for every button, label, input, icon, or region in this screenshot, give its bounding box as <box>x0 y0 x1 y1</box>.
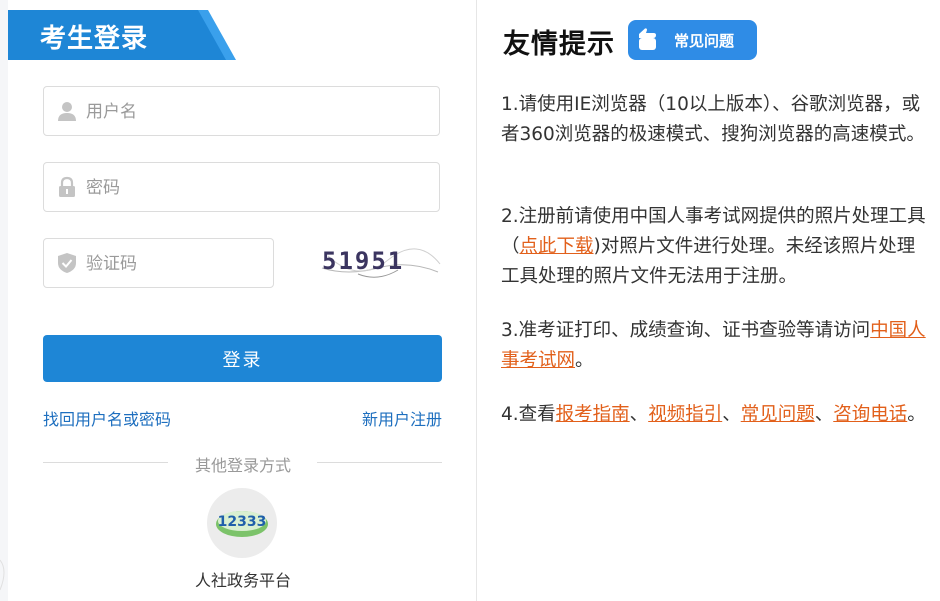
captcha-image[interactable]: 51951 <box>318 238 442 288</box>
tip-4-separator-1: 、 <box>629 404 649 425</box>
video-guide-link[interactable]: 视频指引 <box>648 404 722 425</box>
lock-icon <box>59 176 75 197</box>
other-login-methods-label: 其他登录方式 <box>194 456 291 475</box>
forgot-password-link[interactable]: 找回用户名或密码 <box>43 406 171 430</box>
platform-12333-logo: 12333 <box>216 511 268 537</box>
hotline-link[interactable]: 咨询电话 <box>833 404 907 425</box>
platform-logo-button[interactable]: 12333 <box>207 488 277 558</box>
shield-check-icon <box>58 253 76 273</box>
tip-2: 2.注册前请使用中国人事考试网提供的照片处理工具（点此下载)对照片文件进行处理。… <box>501 202 929 292</box>
hand-pointer-icon <box>639 28 656 50</box>
tips-title: 友情提示 <box>503 29 615 60</box>
login-panel: 考生登录 51951 登录 找回用户名或密码 新 <box>8 0 476 601</box>
tip-4-separator-2: 、 <box>722 404 741 425</box>
divider-line-left <box>43 462 168 463</box>
register-link[interactable]: 新用户注册 <box>362 406 442 430</box>
captcha-input[interactable] <box>84 239 268 289</box>
captcha-text: 51951 <box>322 247 404 275</box>
tips-panel: 友情提示 常见问题 1.请使用IE浏览器（10以上版本）、谷歌浏览器，或者360… <box>477 0 940 601</box>
username-field[interactable] <box>43 86 440 137</box>
tip-3-text-after: 。 <box>575 350 594 371</box>
tip-4-text-after: 。 <box>907 404 926 425</box>
login-title: 考生登录 <box>40 24 149 54</box>
platform-logo-text: 12333 <box>218 514 267 530</box>
faq-badge-button[interactable]: 常见问题 <box>628 20 757 60</box>
password-field[interactable] <box>43 162 440 213</box>
user-icon <box>58 102 76 121</box>
tip-3: 3.准考证打印、成绩查询、证书查验等请访问中国人事考试网。 <box>501 316 929 376</box>
captcha-field[interactable] <box>43 238 274 289</box>
password-input[interactable] <box>84 163 428 213</box>
login-button[interactable]: 登录 <box>43 335 442 382</box>
username-input[interactable] <box>84 87 428 137</box>
tip-4: 4.查看报考指南、视频指引、常见问题、咨询电话。 <box>501 400 929 430</box>
tip-3-text-before: 3.准考证打印、成绩查询、证书查验等请访问 <box>501 320 871 341</box>
exam-guide-link[interactable]: 报考指南 <box>556 404 630 425</box>
tip-4-text-before: 4.查看 <box>501 404 556 425</box>
faq-link[interactable]: 常见问题 <box>741 404 815 425</box>
tip-4-separator-3: 、 <box>814 404 834 425</box>
platform-label: 人社政务平台 <box>194 571 291 590</box>
divider-line-right <box>317 462 442 463</box>
faq-badge-label: 常见问题 <box>674 32 735 50</box>
photo-tool-download-link[interactable]: 点此下载 <box>520 236 594 257</box>
tip-1: 1.请使用IE浏览器（10以上版本）、谷歌浏览器，或者360浏览器的极速模式、搜… <box>501 94 925 145</box>
